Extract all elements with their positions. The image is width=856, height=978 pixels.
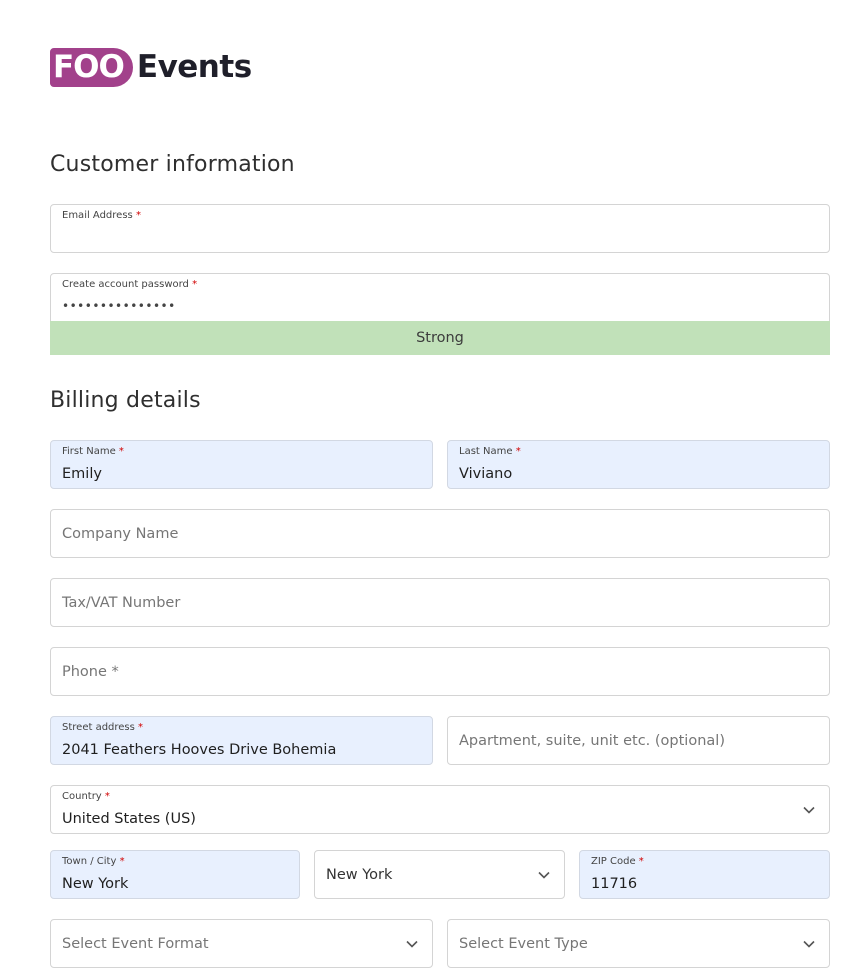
- foo-events-logo: FOO Events: [50, 47, 252, 87]
- last-name-value: Viviano: [459, 466, 513, 482]
- last-name-label: Last Name *: [459, 446, 521, 457]
- chevron-down-icon: [803, 806, 815, 814]
- street-address-label: Street address *: [62, 722, 144, 733]
- street-address-value: 2041 Feathers Hooves Drive Bohemia: [62, 742, 337, 758]
- password-strength-meter: Strong: [50, 321, 830, 355]
- event-format-select[interactable]: Select Event Format: [50, 919, 433, 968]
- phone-field[interactable]: Phone *: [50, 647, 830, 696]
- billing-details-heading: Billing details: [50, 388, 201, 413]
- logo-badge: FOO: [50, 47, 133, 87]
- chevron-down-icon: [803, 940, 815, 948]
- zip-code-label: ZIP Code *: [591, 856, 644, 867]
- company-name-placeholder: Company Name: [62, 525, 179, 542]
- phone-placeholder: Phone *: [62, 663, 119, 680]
- town-city-field[interactable]: Town / City * New York: [50, 850, 300, 899]
- apartment-field[interactable]: Apartment, suite, unit etc. (optional): [447, 716, 830, 765]
- street-address-field[interactable]: Street address * 2041 Feathers Hooves Dr…: [50, 716, 433, 765]
- country-select[interactable]: Country * United States (US): [50, 785, 830, 834]
- customer-information-heading: Customer information: [50, 152, 295, 177]
- zip-code-field[interactable]: ZIP Code * 11716: [579, 850, 830, 899]
- event-type-select[interactable]: Select Event Type: [447, 919, 830, 968]
- tax-vat-placeholder: Tax/VAT Number: [62, 594, 181, 611]
- password-value: •••••••••••••••: [62, 299, 176, 313]
- chevron-down-icon: [406, 940, 418, 948]
- first-name-value: Emily: [62, 466, 102, 482]
- zip-code-value: 11716: [591, 876, 638, 892]
- chevron-down-icon: [538, 871, 550, 879]
- logo-text: Events: [136, 49, 252, 85]
- last-name-field[interactable]: Last Name * Viviano: [447, 440, 830, 489]
- country-label: Country *: [62, 791, 110, 802]
- email-label: Email Address *: [62, 210, 141, 221]
- tax-vat-field[interactable]: Tax/VAT Number: [50, 578, 830, 627]
- company-name-field[interactable]: Company Name: [50, 509, 830, 558]
- town-city-label: Town / City *: [62, 856, 125, 867]
- state-select[interactable]: New York: [314, 850, 565, 899]
- state-value: New York: [326, 866, 393, 883]
- password-label: Create account password *: [62, 279, 198, 290]
- event-format-placeholder: Select Event Format: [62, 935, 209, 952]
- event-type-placeholder: Select Event Type: [459, 935, 588, 952]
- apartment-placeholder: Apartment, suite, unit etc. (optional): [459, 732, 725, 749]
- password-field[interactable]: Create account password * ••••••••••••••…: [50, 273, 830, 322]
- first-name-label: First Name *: [62, 446, 124, 457]
- country-value: United States (US): [62, 811, 196, 827]
- first-name-field[interactable]: First Name * Emily: [50, 440, 433, 489]
- town-city-value: New York: [62, 876, 129, 892]
- email-field[interactable]: Email Address *: [50, 204, 830, 253]
